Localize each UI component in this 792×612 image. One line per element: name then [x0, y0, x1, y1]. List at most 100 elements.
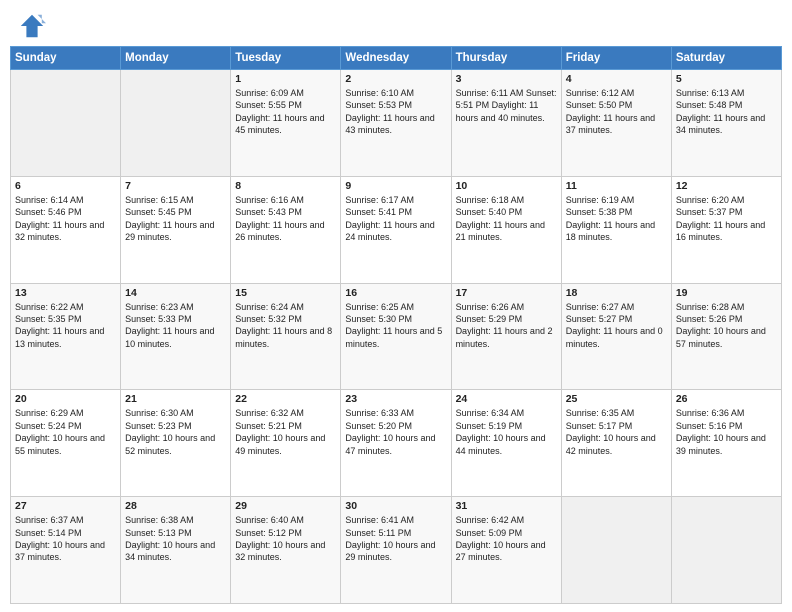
week-row-3: 13 Sunrise: 6:22 AM Sunset: 5:35 PM Dayli… — [11, 283, 782, 390]
calendar-cell: 9Sunrise: 6:17 AM Sunset: 5:41 PM Daylig… — [341, 176, 451, 283]
logo — [18, 12, 50, 40]
day-info: Sunrise: 6:32 AM Sunset: 5:21 PM Dayligh… — [235, 407, 336, 457]
day-info: Sunrise: 6:27 AM Sunset: 5:27 PM Dayligh… — [566, 301, 667, 351]
day-number: 3 — [456, 73, 557, 85]
calendar-cell: 25Sunrise: 6:35 AM Sunset: 5:17 PM Dayli… — [561, 390, 671, 497]
calendar-cell: 6 Sunrise: 6:14 AM Sunset: 5:46 PM Daylig… — [11, 176, 121, 283]
day-number: 4 — [566, 73, 667, 85]
day-number: 16 — [345, 287, 446, 299]
calendar-cell: 19 Sunrise: 6:28 AM Sunset: 5:26 PM Dayli… — [671, 283, 781, 390]
calendar-cell — [671, 497, 781, 604]
day-info: Sunrise: 6:22 AM Sunset: 5:35 PM Dayligh… — [15, 301, 116, 351]
day-info: Sunrise: 6:25 AM Sunset: 5:30 PM Dayligh… — [345, 301, 446, 351]
day-number: 29 — [235, 500, 336, 512]
calendar-cell: 30 Sunrise: 6:41 AM Sunset: 5:11 PM Dayli… — [341, 497, 451, 604]
calendar-cell: 27 Sunrise: 6:37 AM Sunset: 5:14 PM Dayli… — [11, 497, 121, 604]
header — [0, 0, 792, 46]
day-number: 22 — [235, 393, 336, 405]
day-info: Sunrise: 6:14 AM Sunset: 5:46 PM Dayligh… — [15, 194, 116, 244]
calendar-cell — [11, 70, 121, 177]
day-number: 28 — [125, 500, 226, 512]
day-number: 8 — [235, 180, 336, 192]
day-info: Sunrise: 6:13 AM Sunset: 5:48 PM Dayligh… — [676, 87, 777, 137]
calendar-cell: 23Sunrise: 6:33 AM Sunset: 5:20 PM Dayli… — [341, 390, 451, 497]
day-info: Sunrise: 6:18 AM Sunset: 5:40 PM Dayligh… — [456, 194, 557, 244]
day-info: Sunrise: 6:26 AM Sunset: 5:29 PM Dayligh… — [456, 301, 557, 351]
weekday-header-thursday: Thursday — [451, 47, 561, 70]
logo-icon — [18, 12, 46, 40]
day-info: Sunrise: 6:19 AM Sunset: 5:38 PM Dayligh… — [566, 194, 667, 244]
day-info: Sunrise: 6:29 AM Sunset: 5:24 PM Dayligh… — [15, 407, 116, 457]
day-number: 5 — [676, 73, 777, 85]
day-number: 20 — [15, 393, 116, 405]
day-number: 14 — [125, 287, 226, 299]
day-info: Sunrise: 6:11 AM Sunset: 5:51 PM Dayligh… — [456, 87, 557, 124]
calendar-cell: 5 Sunrise: 6:13 AM Sunset: 5:48 PM Daylig… — [671, 70, 781, 177]
weekday-header-friday: Friday — [561, 47, 671, 70]
calendar-cell: 24 Sunrise: 6:34 AM Sunset: 5:19 PM Dayli… — [451, 390, 561, 497]
calendar-cell: 13 Sunrise: 6:22 AM Sunset: 5:35 PM Dayli… — [11, 283, 121, 390]
day-info: Sunrise: 6:30 AM Sunset: 5:23 PM Dayligh… — [125, 407, 226, 457]
calendar-table: SundayMondayTuesdayWednesdayThursdayFrid… — [10, 46, 782, 604]
day-info: Sunrise: 6:34 AM Sunset: 5:19 PM Dayligh… — [456, 407, 557, 457]
weekday-header-saturday: Saturday — [671, 47, 781, 70]
day-info: Sunrise: 6:36 AM Sunset: 5:16 PM Dayligh… — [676, 407, 777, 457]
calendar-cell: 18 Sunrise: 6:27 AM Sunset: 5:27 PM Dayli… — [561, 283, 671, 390]
calendar-cell: 3 Sunrise: 6:11 AM Sunset: 5:51 PM Daylig… — [451, 70, 561, 177]
day-info: Sunrise: 6:09 AM Sunset: 5:55 PM Dayligh… — [235, 87, 336, 137]
weekday-header-wednesday: Wednesday — [341, 47, 451, 70]
calendar-cell: 29 Sunrise: 6:40 AM Sunset: 5:12 PM Dayli… — [231, 497, 341, 604]
day-number: 12 — [676, 180, 777, 192]
calendar-cell: 16 Sunrise: 6:25 AM Sunset: 5:30 PM Dayli… — [341, 283, 451, 390]
day-info: Sunrise: 6:28 AM Sunset: 5:26 PM Dayligh… — [676, 301, 777, 351]
day-info: Sunrise: 6:40 AM Sunset: 5:12 PM Dayligh… — [235, 514, 336, 564]
day-number: 26 — [676, 393, 777, 405]
day-info: Sunrise: 6:20 AM Sunset: 5:37 PM Dayligh… — [676, 194, 777, 244]
day-number: 17 — [456, 287, 557, 299]
calendar-cell: 8 Sunrise: 6:16 AM Sunset: 5:43 PM Daylig… — [231, 176, 341, 283]
day-number: 31 — [456, 500, 557, 512]
day-info: Sunrise: 6:37 AM Sunset: 5:14 PM Dayligh… — [15, 514, 116, 564]
day-number: 30 — [345, 500, 446, 512]
day-info: Sunrise: 6:38 AM Sunset: 5:13 PM Dayligh… — [125, 514, 226, 564]
day-info: Sunrise: 6:15 AM Sunset: 5:45 PM Dayligh… — [125, 194, 226, 244]
day-number: 1 — [235, 73, 336, 85]
weekday-header-row: SundayMondayTuesdayWednesdayThursdayFrid… — [11, 47, 782, 70]
day-number: 21 — [125, 393, 226, 405]
day-number: 27 — [15, 500, 116, 512]
week-row-4: 20 Sunrise: 6:29 AM Sunset: 5:24 PM Dayli… — [11, 390, 782, 497]
day-number: 9 — [345, 180, 446, 192]
calendar-cell: 2 Sunrise: 6:10 AM Sunset: 5:53 PM Daylig… — [341, 70, 451, 177]
calendar-cell: 4Sunrise: 6:12 AM Sunset: 5:50 PM Daylig… — [561, 70, 671, 177]
calendar-cell: 31 Sunrise: 6:42 AM Sunset: 5:09 PM Dayli… — [451, 497, 561, 604]
calendar-cell — [121, 70, 231, 177]
day-info: Sunrise: 6:16 AM Sunset: 5:43 PM Dayligh… — [235, 194, 336, 244]
day-number: 10 — [456, 180, 557, 192]
day-info: Sunrise: 6:10 AM Sunset: 5:53 PM Dayligh… — [345, 87, 446, 137]
weekday-header-sunday: Sunday — [11, 47, 121, 70]
calendar-cell: 26 Sunrise: 6:36 AM Sunset: 5:16 PM Dayli… — [671, 390, 781, 497]
week-row-2: 6 Sunrise: 6:14 AM Sunset: 5:46 PM Daylig… — [11, 176, 782, 283]
day-info: Sunrise: 6:42 AM Sunset: 5:09 PM Dayligh… — [456, 514, 557, 564]
day-number: 6 — [15, 180, 116, 192]
day-number: 24 — [456, 393, 557, 405]
calendar-cell: 1 Sunrise: 6:09 AM Sunset: 5:55 PM Daylig… — [231, 70, 341, 177]
calendar-cell: 7 Sunrise: 6:15 AM Sunset: 5:45 PM Daylig… — [121, 176, 231, 283]
calendar-cell: 28 Sunrise: 6:38 AM Sunset: 5:13 PM Dayli… — [121, 497, 231, 604]
day-number: 19 — [676, 287, 777, 299]
day-number: 7 — [125, 180, 226, 192]
day-number: 11 — [566, 180, 667, 192]
day-info: Sunrise: 6:35 AM Sunset: 5:17 PM Dayligh… — [566, 407, 667, 457]
day-info: Sunrise: 6:41 AM Sunset: 5:11 PM Dayligh… — [345, 514, 446, 564]
calendar-cell: 14 Sunrise: 6:23 AM Sunset: 5:33 PM Dayli… — [121, 283, 231, 390]
day-number: 18 — [566, 287, 667, 299]
calendar-cell — [561, 497, 671, 604]
calendar-cell: 21 Sunrise: 6:30 AM Sunset: 5:23 PM Dayli… — [121, 390, 231, 497]
day-info: Sunrise: 6:23 AM Sunset: 5:33 PM Dayligh… — [125, 301, 226, 351]
calendar-cell: 17 Sunrise: 6:26 AM Sunset: 5:29 PM Dayli… — [451, 283, 561, 390]
calendar-cell: 22 Sunrise: 6:32 AM Sunset: 5:21 PM Dayli… — [231, 390, 341, 497]
day-number: 2 — [345, 73, 446, 85]
day-number: 13 — [15, 287, 116, 299]
calendar-cell: 12 Sunrise: 6:20 AM Sunset: 5:37 PM Dayli… — [671, 176, 781, 283]
calendar-cell: 11 Sunrise: 6:19 AM Sunset: 5:38 PM Dayli… — [561, 176, 671, 283]
